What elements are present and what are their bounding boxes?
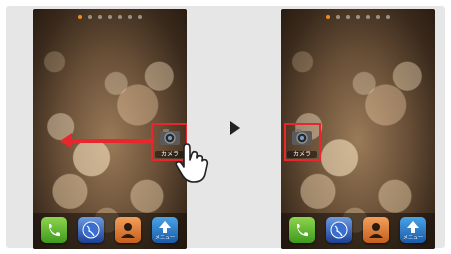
camera-highlight-box <box>284 123 321 161</box>
home-screen-after: カメラ メニュー <box>281 9 435 249</box>
browser-app-icon[interactable] <box>78 217 104 243</box>
next-step-arrow-icon <box>230 121 240 135</box>
page-dot[interactable] <box>138 15 142 19</box>
page-indicator <box>33 15 187 21</box>
phone-icon <box>297 224 308 236</box>
page-dot-active[interactable] <box>78 15 82 19</box>
contacts-app-icon[interactable] <box>363 217 389 243</box>
page-dot[interactable] <box>366 15 370 19</box>
contacts-icon <box>121 223 135 238</box>
menu-app-icon[interactable]: メニュー <box>400 217 426 243</box>
dock: メニュー <box>33 213 187 249</box>
page-dot[interactable] <box>88 15 92 19</box>
globe-icon <box>330 221 348 239</box>
page-dot[interactable] <box>386 15 390 19</box>
browser-app-icon[interactable] <box>326 217 352 243</box>
page-dot[interactable] <box>376 15 380 19</box>
phone-app-icon[interactable] <box>41 217 67 243</box>
swipe-arrow-icon <box>60 133 72 149</box>
page-dot-active[interactable] <box>326 15 330 19</box>
page-dot[interactable] <box>108 15 112 19</box>
page-dot[interactable] <box>356 15 360 19</box>
hand-pointer-icon <box>175 143 209 183</box>
page-dot[interactable] <box>346 15 350 19</box>
page-dot[interactable] <box>336 15 340 19</box>
page-dot[interactable] <box>118 15 122 19</box>
menu-label: メニュー <box>154 235 175 241</box>
menu-app-icon[interactable]: メニュー <box>152 217 178 243</box>
contacts-icon <box>369 223 383 238</box>
page-dot[interactable] <box>128 15 132 19</box>
page-dot[interactable] <box>98 15 102 19</box>
phone-icon <box>49 224 60 236</box>
swipe-arrow-shaft <box>70 139 154 143</box>
menu-label: メニュー <box>402 235 423 241</box>
page-indicator <box>281 15 435 21</box>
dock: メニュー <box>281 213 435 249</box>
phone-app-icon[interactable] <box>289 217 315 243</box>
home-screen-before: カメラ メニュー <box>33 9 187 249</box>
contacts-app-icon[interactable] <box>115 217 141 243</box>
globe-icon <box>82 221 100 239</box>
